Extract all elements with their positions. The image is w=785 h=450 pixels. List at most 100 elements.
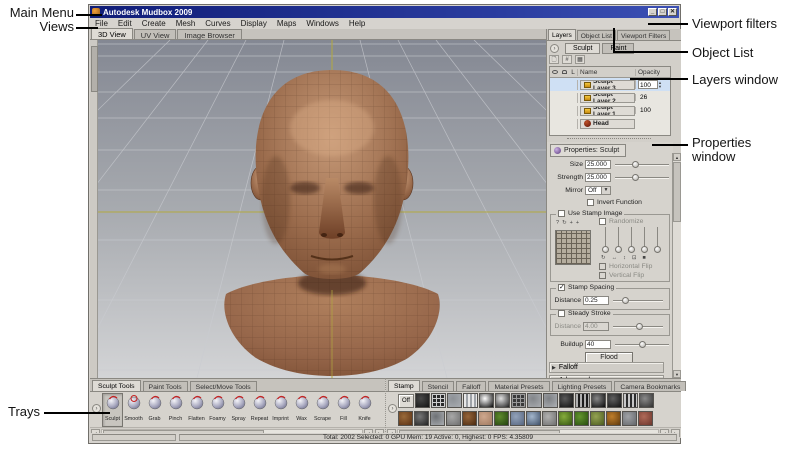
size-input[interactable]: 25.000	[585, 160, 611, 169]
menu-help[interactable]: Help	[344, 19, 370, 28]
menu-maps[interactable]: Maps	[272, 19, 302, 28]
randomize-slider-4[interactable]	[640, 227, 649, 253]
tool-sculpt[interactable]: Sculpt	[102, 393, 123, 427]
menu-windows[interactable]: Windows	[301, 19, 343, 28]
layer-name-chip[interactable]: Sculpt Layer 1	[580, 106, 635, 116]
tray-tab-stamp[interactable]: Stamp	[388, 380, 420, 391]
view-tab-3d-view[interactable]: 3D View	[91, 28, 133, 39]
stamp-thumbnail[interactable]	[446, 411, 461, 426]
stamp-thumbnail[interactable]	[415, 393, 430, 408]
stamp-thumbnail[interactable]	[478, 411, 493, 426]
tool-pinch[interactable]: Pinch	[165, 393, 186, 427]
tool-scrape[interactable]: Scrape	[312, 393, 333, 427]
stamp-help-icon[interactable]: ?	[556, 220, 559, 226]
box-icon[interactable]: ⊡	[632, 255, 637, 261]
stamp-thumbnail[interactable]	[607, 393, 622, 408]
tool-smooth[interactable]: Smooth	[123, 393, 144, 427]
tray-tab-stencil[interactable]: Stencil	[422, 381, 454, 391]
tab-viewport-filters[interactable]: Viewport Filters	[617, 30, 670, 40]
tray-tab-sculpt-tools[interactable]: Sculpt Tools	[92, 380, 141, 391]
tool-imprint[interactable]: Imprint	[270, 393, 291, 427]
buildup-input[interactable]: 40	[585, 340, 611, 349]
spacing-distance-slider[interactable]	[613, 296, 663, 305]
properties-header[interactable]: Properties: Sculpt	[550, 144, 626, 157]
stamp-thumbnail[interactable]	[430, 411, 445, 426]
tool-spray[interactable]: Spray	[228, 393, 249, 427]
invert-function-checkbox[interactable]	[587, 199, 594, 206]
tool-wax[interactable]: Wax	[291, 393, 312, 427]
tab-object-list[interactable]: Object List	[577, 30, 616, 40]
opacity-spinner[interactable]: 100▲▼	[638, 80, 670, 89]
view-tab-image-browser[interactable]: Image Browser	[177, 29, 241, 39]
properties-scrollbar[interactable]: ▲ ▼	[672, 153, 681, 378]
stamp-spacing-checkbox[interactable]	[558, 284, 565, 291]
stamp-thumbnail[interactable]	[590, 411, 605, 426]
tool-grab[interactable]: Grab	[144, 393, 165, 427]
viewport-left-scroll-thumb[interactable]	[91, 46, 98, 92]
stamp-thumbnail[interactable]	[543, 393, 558, 408]
falloff-section[interactable]: ▶ Falloff	[549, 362, 664, 373]
steady-stroke-checkbox[interactable]	[558, 310, 565, 317]
stamp-thumbnail[interactable]	[398, 411, 413, 426]
tray-tab-camera-bookmarks[interactable]: Camera Bookmarks	[614, 381, 686, 391]
tool-foamy[interactable]: Foamy	[207, 393, 228, 427]
menu-display[interactable]: Display	[236, 19, 272, 28]
panel-collapse-button[interactable]: ›	[550, 44, 559, 53]
opacity-value[interactable]: 100	[638, 80, 658, 89]
tool-flatten[interactable]: Flatten	[186, 393, 207, 427]
stamp-thumbnail[interactable]	[526, 411, 541, 426]
tray-tab-material-presets[interactable]: Material Presets	[488, 381, 549, 391]
minimize-button[interactable]: _	[648, 8, 657, 16]
tray-collapse-button[interactable]: ›	[388, 404, 397, 413]
stamp-thumbnail[interactable]	[431, 393, 446, 408]
stamp-thumbnail[interactable]	[542, 411, 557, 426]
randomize-slider-5[interactable]	[653, 227, 662, 253]
stamp-thumbnail[interactable]	[559, 393, 574, 408]
viewport-3d[interactable]	[98, 40, 546, 378]
tray-tab-select-move-tools[interactable]: Select/Move Tools	[190, 381, 257, 391]
stamp-thumbnail[interactable]	[510, 411, 525, 426]
strength-input[interactable]: 25.000	[585, 173, 611, 182]
new-layer-icon[interactable]: 🗋	[549, 55, 559, 64]
stamp-thumbnail[interactable]	[623, 393, 638, 408]
subtab-sculpt[interactable]: Sculpt	[565, 43, 600, 54]
tool-fill[interactable]: Fill	[333, 393, 354, 427]
stamp-rotate-icon[interactable]: ↻	[562, 220, 567, 226]
randomize-slider-3[interactable]	[627, 227, 636, 253]
layer-row-head[interactable]: Head	[550, 117, 670, 130]
stamp-thumbnail[interactable]	[638, 411, 653, 426]
size-slider[interactable]	[615, 160, 669, 169]
randomize-checkbox[interactable]	[599, 218, 606, 225]
use-stamp-image-checkbox[interactable]	[558, 210, 565, 217]
stamp-thumbnail[interactable]	[447, 393, 462, 408]
spinner-arrows-icon[interactable]: ▲▼	[658, 81, 663, 89]
stamp-thumbnail[interactable]	[622, 411, 637, 426]
tray-tab-paint-tools[interactable]: Paint Tools	[143, 381, 188, 391]
stamp-thumbnail[interactable]	[606, 411, 621, 426]
strength-slider[interactable]	[615, 173, 669, 182]
rotate-icon[interactable]: ↻	[601, 255, 606, 261]
stamp-thumbnail[interactable]	[591, 393, 606, 408]
tray-tab-falloff[interactable]: Falloff	[456, 381, 486, 391]
stamp-off-button[interactable]: Off	[398, 394, 414, 408]
h-arrows-icon[interactable]: ↔	[612, 255, 618, 261]
menu-mesh[interactable]: Mesh	[171, 19, 201, 28]
stamp-thumbnail[interactable]	[575, 393, 590, 408]
close-button[interactable]: ✕	[668, 8, 677, 16]
stamp-thumbnail[interactable]	[494, 411, 509, 426]
stamp-add-icon[interactable]: +	[570, 220, 573, 226]
stamp-thumbnail[interactable]	[463, 393, 478, 408]
steady-distance-input[interactable]: 4.00	[583, 322, 609, 331]
layer-grid-icon[interactable]: ▦	[575, 55, 585, 64]
buildup-slider[interactable]	[615, 340, 669, 349]
menu-edit[interactable]: Edit	[113, 19, 137, 28]
menu-curves[interactable]: Curves	[200, 19, 235, 28]
steady-distance-slider[interactable]	[613, 322, 663, 331]
stamp-add2-icon[interactable]: +	[576, 220, 579, 226]
menu-create[interactable]: Create	[137, 19, 171, 28]
vertical-flip-checkbox[interactable]	[599, 272, 606, 279]
view-tab-uv-view[interactable]: UV View	[134, 29, 177, 39]
solid-icon[interactable]: ■	[642, 255, 645, 261]
stamp-thumbnail[interactable]	[558, 411, 573, 426]
stamp-thumbnail[interactable]	[462, 411, 477, 426]
